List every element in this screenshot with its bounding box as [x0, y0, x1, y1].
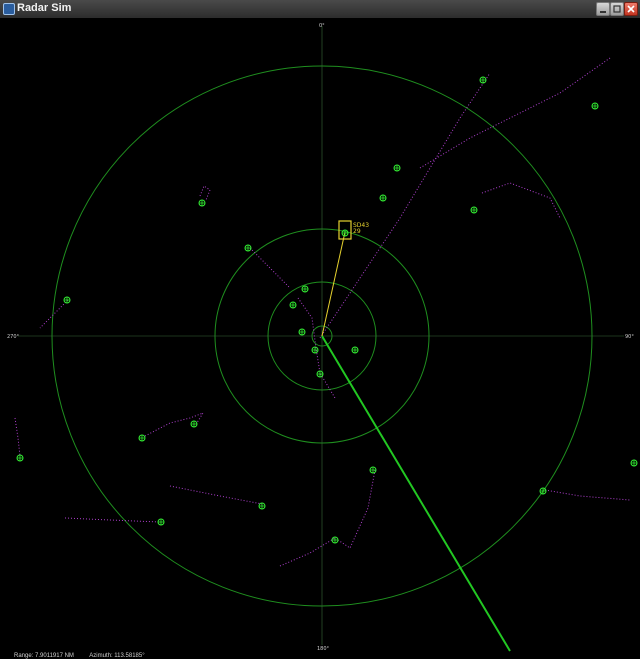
target-blip[interactable] [341, 229, 349, 237]
trail [249, 247, 291, 289]
selected-target-value: 29 [353, 228, 361, 235]
target-blip[interactable] [289, 301, 297, 309]
radar-scope[interactable]: 0° 90° 180° 270° SD43 29 [0, 18, 640, 653]
axes [18, 26, 624, 645]
target-blip[interactable] [16, 454, 24, 462]
target-blip[interactable] [539, 487, 547, 495]
trail [279, 537, 336, 567]
maximize-icon [613, 5, 621, 13]
maximize-button[interactable] [610, 2, 624, 16]
target-blip[interactable] [470, 206, 478, 214]
target-blip[interactable] [331, 536, 339, 544]
target-blip[interactable] [379, 194, 387, 202]
target-blip[interactable] [258, 502, 266, 510]
selected-target[interactable]: SD43 29 [321, 220, 369, 337]
selected-target-vector [321, 231, 346, 337]
trail [199, 185, 211, 201]
target-blip[interactable] [630, 459, 638, 467]
radar-app-icon [3, 3, 15, 15]
target-blip[interactable] [157, 518, 165, 526]
trail [14, 417, 21, 457]
target-blip[interactable] [244, 244, 252, 252]
compass-east-label: 90° [625, 334, 634, 340]
trail [419, 57, 611, 169]
compass-south-label: 180° [317, 646, 330, 652]
target-blip[interactable] [393, 164, 401, 172]
trail [169, 485, 263, 505]
target-blip[interactable] [298, 328, 306, 336]
target-blip[interactable] [479, 76, 487, 84]
trail [319, 72, 491, 339]
azimuth-readout: Azimuth: 113.58185° [89, 653, 145, 659]
window-titlebar: Radar Sim [0, 0, 640, 19]
close-button[interactable] [624, 2, 638, 16]
target-blip[interactable] [63, 296, 71, 304]
target-blip[interactable] [316, 370, 324, 378]
target-blip[interactable] [301, 285, 309, 293]
radar-display[interactable]: 0° 90° 180° 270° SD43 29 Range: 7.901191… [0, 18, 640, 659]
trail [544, 489, 631, 501]
target-blip[interactable] [591, 102, 599, 110]
sweep-line [321, 335, 511, 652]
minimize-button[interactable] [596, 2, 610, 16]
target-blip[interactable] [198, 199, 206, 207]
target-blip[interactable] [311, 346, 319, 354]
range-readout: Range: 7.9011917 NM [14, 653, 74, 659]
compass-north-label: 0° [319, 23, 325, 29]
minimize-icon [600, 11, 606, 13]
close-icon [627, 5, 635, 13]
trail [64, 517, 161, 523]
target-blip[interactable] [351, 346, 359, 354]
trail [337, 469, 376, 549]
target-blip[interactable] [138, 434, 146, 442]
targets[interactable] [16, 76, 638, 544]
window-title: Radar Sim [17, 2, 72, 14]
compass-west-label: 270° [7, 334, 20, 340]
target-blip[interactable] [190, 420, 198, 428]
target-trails [14, 57, 631, 567]
status-bar: Range: 7.9011917 NM Azimuth: 113.58185° [14, 653, 159, 659]
target-blip[interactable] [369, 466, 377, 474]
